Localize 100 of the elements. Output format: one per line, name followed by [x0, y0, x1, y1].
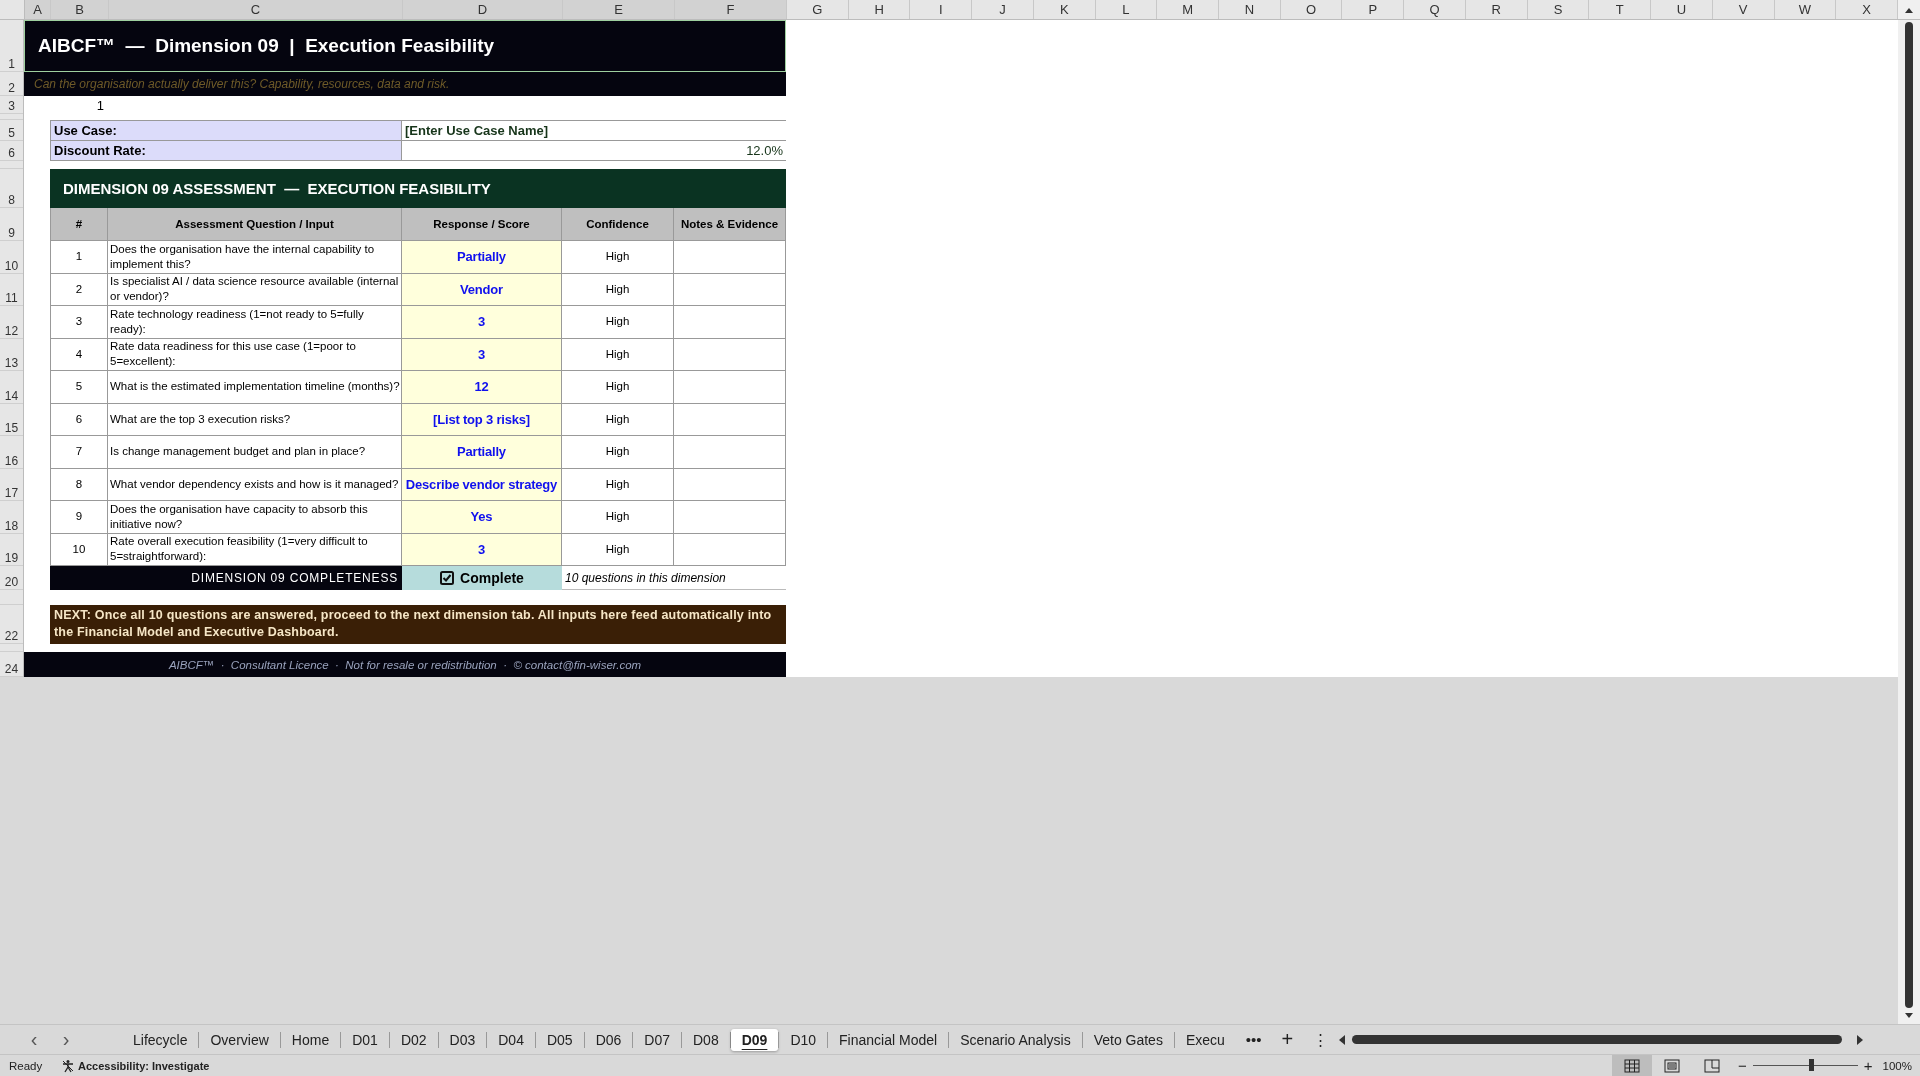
- row-header[interactable]: 6: [8, 146, 15, 160]
- sheet-tab[interactable]: Financial Model: [828, 1028, 949, 1051]
- column-header[interactable]: R: [1465, 0, 1528, 19]
- sheet-tab[interactable]: D09: [730, 1028, 779, 1051]
- column-header[interactable]: D: [403, 0, 563, 19]
- notes-cell[interactable]: [674, 436, 786, 469]
- row-header[interactable]: 19: [4, 551, 19, 565]
- row-header[interactable]: 8: [8, 193, 15, 207]
- column-header[interactable]: G: [787, 0, 849, 19]
- sheet-tab[interactable]: D08: [682, 1028, 730, 1051]
- row-header[interactable]: 24: [4, 662, 19, 676]
- column-header[interactable]: J: [972, 0, 1034, 19]
- notes-cell[interactable]: [674, 533, 786, 566]
- scroll-down-icon[interactable]: [1904, 1012, 1914, 1020]
- sheet-tab[interactable]: Overview: [199, 1028, 280, 1051]
- notes-cell[interactable]: [674, 403, 786, 436]
- zoom-out-button[interactable]: −: [1732, 1057, 1753, 1074]
- zoom-in-button[interactable]: +: [1857, 1057, 1879, 1074]
- sheet-tab[interactable]: Veto Gates: [1082, 1028, 1174, 1051]
- sheet-tab[interactable]: D03: [438, 1028, 487, 1051]
- options-button[interactable]: ⋮: [1303, 1030, 1339, 1049]
- notes-cell[interactable]: [674, 501, 786, 534]
- column-header[interactable]: X: [1836, 0, 1898, 19]
- column-header[interactable]: M: [1157, 0, 1220, 19]
- horizontal-scrollbar[interactable]: [1352, 1035, 1843, 1044]
- sheet-tab[interactable]: Lifecycle: [122, 1028, 199, 1051]
- scroll-right-icon[interactable]: [1856, 1034, 1865, 1045]
- notes-cell[interactable]: [674, 306, 786, 339]
- column-header[interactable]: A: [25, 0, 51, 19]
- column-header[interactable]: Q: [1404, 0, 1466, 19]
- row-header[interactable]: 3: [8, 99, 15, 113]
- sheet-tab[interactable]: D02: [389, 1028, 438, 1051]
- column-header[interactable]: N: [1219, 0, 1281, 19]
- sheet-tab[interactable]: D06: [584, 1028, 633, 1051]
- sheet-tab[interactable]: D01: [341, 1028, 389, 1051]
- sheet-tab[interactable]: D04: [487, 1028, 535, 1051]
- response-cell[interactable]: Partially: [402, 241, 562, 274]
- row-header[interactable]: 2: [8, 81, 15, 95]
- column-header[interactable]: I: [910, 0, 973, 19]
- more-tabs-button[interactable]: •••: [1235, 1031, 1272, 1048]
- zoom-slider[interactable]: [1808, 1059, 1814, 1071]
- column-header[interactable]: V: [1712, 0, 1775, 19]
- row-header[interactable]: 17: [4, 486, 19, 500]
- column-header[interactable]: T: [1589, 0, 1652, 19]
- row-header[interactable]: 5: [8, 126, 15, 140]
- column-header[interactable]: H: [848, 0, 911, 19]
- column-header[interactable]: K: [1033, 0, 1096, 19]
- column-header[interactable]: O: [1280, 0, 1343, 19]
- row-header[interactable]: 1: [8, 57, 15, 71]
- row-header[interactable]: 11: [5, 291, 18, 305]
- sheet-tab[interactable]: Execu: [1174, 1028, 1236, 1051]
- sheet-tab[interactable]: D07: [633, 1028, 681, 1051]
- input-cell[interactable]: 12.0%: [402, 141, 786, 161]
- row-header[interactable]: 16: [4, 453, 19, 468]
- response-cell[interactable]: 3: [402, 306, 562, 339]
- sheet-tab[interactable]: D05: [535, 1028, 584, 1051]
- row-header[interactable]: 20: [4, 575, 19, 589]
- zoom-level[interactable]: 100%: [1878, 1059, 1920, 1072]
- sheet-tab[interactable]: Scenario Analysis: [949, 1028, 1082, 1051]
- notes-cell[interactable]: [674, 371, 786, 404]
- next-sheet-button[interactable]: ›: [50, 1028, 82, 1051]
- column-header[interactable]: L: [1095, 0, 1158, 19]
- vertical-scrollbar[interactable]: [1905, 22, 1913, 1008]
- add-sheet-button[interactable]: +: [1271, 1028, 1304, 1051]
- response-cell[interactable]: 12: [402, 371, 562, 404]
- response-cell[interactable]: Vendor: [402, 273, 562, 306]
- input-cell[interactable]: [Enter Use Case Name]: [402, 120, 786, 141]
- response-cell[interactable]: 3: [402, 533, 562, 566]
- number-cell: 6: [50, 403, 108, 436]
- notes-cell[interactable]: [674, 241, 786, 274]
- row-header[interactable]: 14: [4, 388, 19, 403]
- row-header[interactable]: 10: [4, 258, 19, 273]
- response-cell[interactable]: [List top 3 risks]: [402, 403, 562, 436]
- response-cell[interactable]: 3: [402, 338, 562, 371]
- accessibility-button[interactable]: Accessibility: Investigate: [61, 1058, 210, 1073]
- notes-cell[interactable]: [674, 468, 786, 501]
- previous-sheet-button[interactable]: ‹: [18, 1028, 50, 1051]
- row-header[interactable]: 9: [8, 226, 15, 240]
- response-cell[interactable]: Partially: [402, 436, 562, 469]
- scroll-left-icon[interactable]: [1338, 1034, 1347, 1045]
- notes-cell[interactable]: [674, 338, 786, 371]
- row-header[interactable]: 12: [4, 323, 19, 338]
- row-header[interactable]: 13: [4, 356, 19, 370]
- column-header[interactable]: B: [51, 0, 109, 19]
- column-header[interactable]: F: [675, 0, 787, 19]
- response-cell[interactable]: Yes: [402, 501, 562, 534]
- normal-view-button[interactable]: [1612, 1055, 1653, 1076]
- row-header[interactable]: 18: [4, 518, 19, 533]
- column-header[interactable]: W: [1774, 0, 1837, 19]
- sheet-tab[interactable]: Home: [280, 1028, 341, 1051]
- column-header[interactable]: P: [1342, 0, 1405, 19]
- column-header[interactable]: E: [563, 0, 675, 19]
- column-header[interactable]: U: [1651, 0, 1713, 19]
- response-cell[interactable]: Describe vendor strategy: [402, 468, 562, 501]
- column-header[interactable]: C: [109, 0, 403, 19]
- row-header[interactable]: 15: [4, 421, 19, 435]
- notes-cell[interactable]: [674, 273, 786, 306]
- column-header[interactable]: S: [1527, 0, 1590, 19]
- sheet-tab[interactable]: D10: [779, 1028, 828, 1051]
- row-header[interactable]: 22: [4, 629, 19, 643]
